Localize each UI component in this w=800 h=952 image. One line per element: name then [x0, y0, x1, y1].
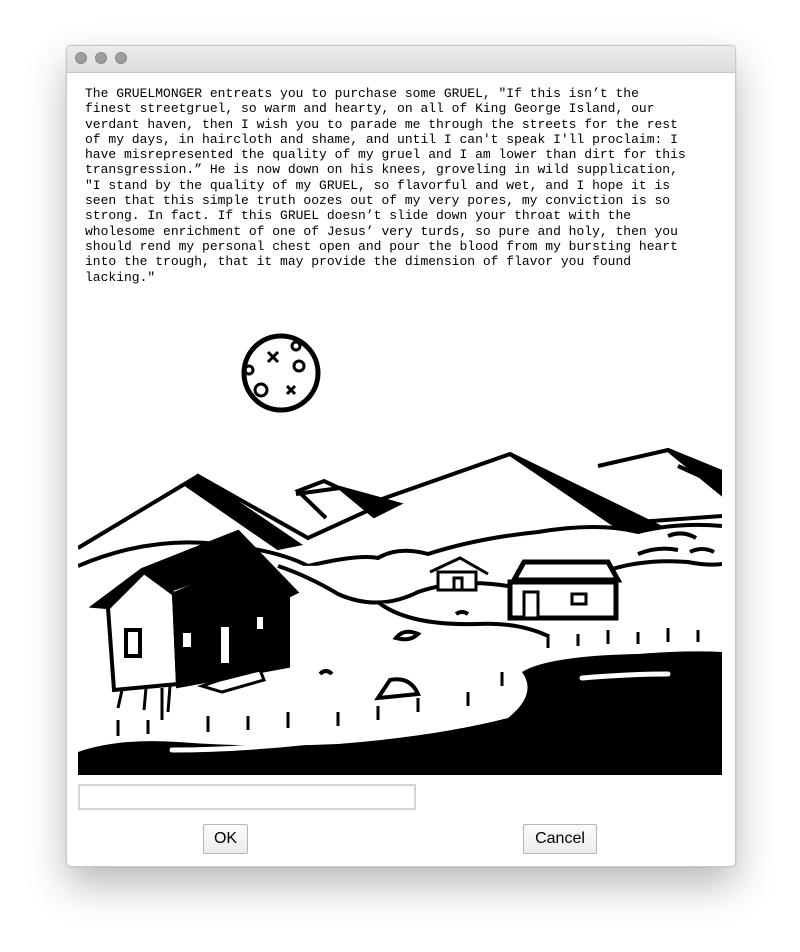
response-input[interactable]: [78, 784, 416, 810]
message-line: finest streetgruel, so warm and hearty, …: [85, 101, 655, 117]
message-line: of my days, in haircloth and shame, and …: [85, 131, 678, 147]
dialog-window: The GRUELMONGER entreats you to purchase…: [66, 45, 736, 867]
message-line: seen that this simple truth oozes out of…: [85, 193, 671, 209]
right-house: [507, 559, 623, 621]
minimize-window-icon[interactable]: [95, 52, 107, 64]
message-line: strong. In fact. If this GRUEL doesn’t s…: [85, 208, 632, 224]
message-line: should rend my personal chest open and p…: [85, 238, 678, 254]
close-window-icon[interactable]: [75, 52, 87, 64]
message-line: into the trough, that it may provide the…: [85, 254, 632, 270]
title-bar[interactable]: [67, 46, 735, 73]
moon-icon: [241, 333, 321, 413]
message-line: have misrepresented the quality of my gr…: [85, 147, 686, 163]
message-line: "I stand by the quality of my GRUEL, so …: [85, 177, 671, 193]
message-line: wholesome enrichment of one of Jesus’ ve…: [85, 223, 678, 239]
dialog-message: The GRUELMONGER entreats you to purchase…: [85, 86, 725, 285]
ok-button[interactable]: OK: [203, 824, 248, 854]
message-line: verdant haven, then I wish you to parade…: [85, 116, 678, 132]
landscape-illustration: [78, 326, 722, 775]
message-line: lacking.": [85, 269, 156, 285]
message-line: The GRUELMONGER entreats you to purchase…: [85, 86, 639, 101]
message-line: transgression.” He is now down on his kn…: [85, 162, 678, 178]
zoom-window-icon[interactable]: [115, 52, 127, 64]
cancel-button[interactable]: Cancel: [523, 824, 597, 854]
